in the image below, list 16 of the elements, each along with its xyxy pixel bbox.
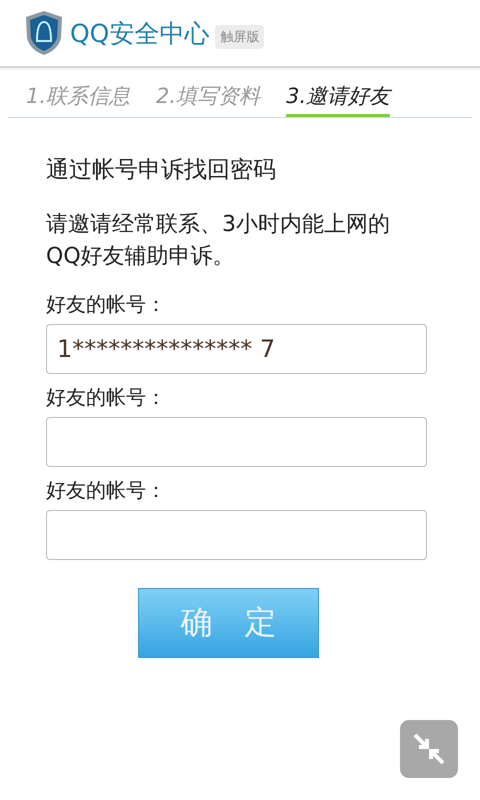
instruction-text: 请邀请经常联系、3小时内能上网的QQ好友辅助申诉。 (46, 211, 391, 271)
collapse-button[interactable] (400, 720, 458, 778)
account-input[interactable]: 1*************** 7 (46, 324, 427, 374)
field-label: 好友的帐号： (46, 477, 167, 504)
step-tab[interactable]: 3.邀请好友 (286, 78, 390, 117)
shield-logo-icon (24, 10, 64, 56)
step-tab[interactable]: 2.填写资料 (156, 78, 260, 117)
account-input[interactable] (46, 510, 427, 560)
step-tab[interactable]: 1.联系信息 (26, 78, 130, 117)
field-label: 好友的帐号： (46, 291, 167, 318)
version-badge: 触屏版 (215, 25, 264, 49)
field-label: 好友的帐号： (46, 384, 167, 411)
confirm-button[interactable]: 确 定 (138, 588, 319, 658)
app-title: QQ安全中心 (70, 18, 210, 50)
account-input[interactable] (46, 417, 427, 467)
page-heading: 通过帐号申诉找回密码 (46, 156, 277, 185)
